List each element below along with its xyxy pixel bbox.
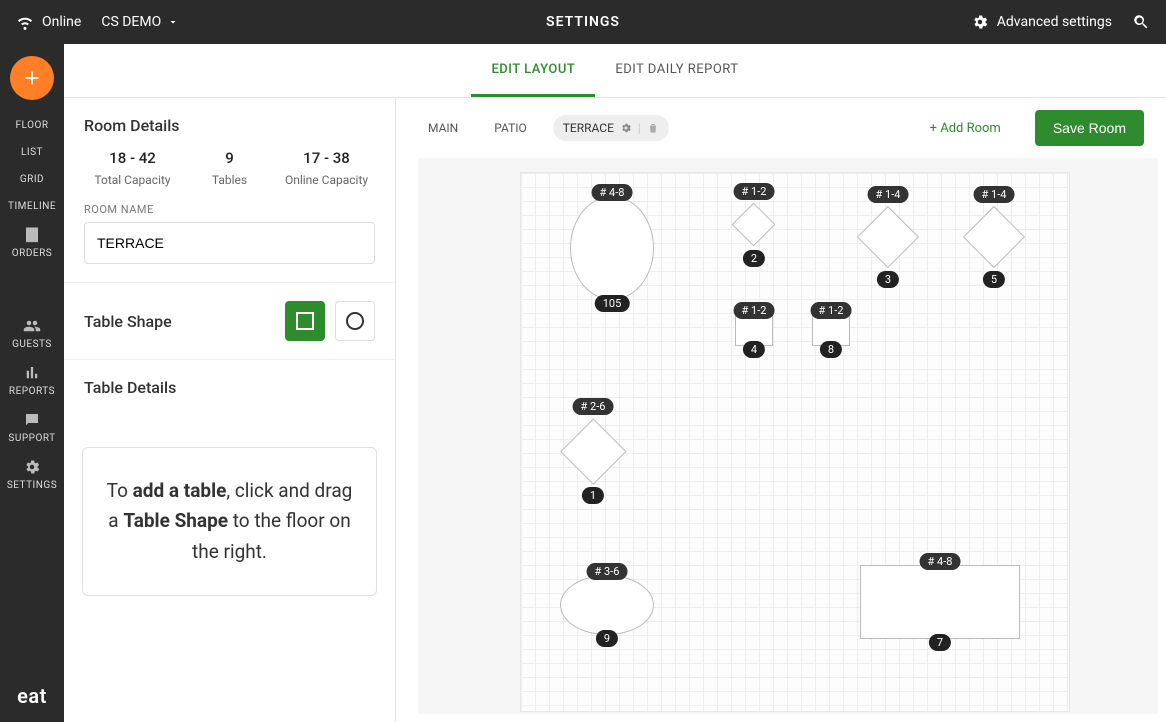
room-bar: MAIN PATIO TERRACE | + Add Room Save Roo… — [396, 98, 1166, 158]
table-number-label: 8 — [820, 341, 842, 358]
room-name-input[interactable] — [84, 222, 375, 264]
room-settings-icon[interactable] — [620, 122, 632, 134]
table-capacity-label: # 1-2 — [734, 183, 775, 200]
nav-floor[interactable]: FLOOR — [0, 114, 64, 137]
tabs: EDIT LAYOUT EDIT DAILY REPORT — [64, 44, 1166, 98]
add-button[interactable] — [10, 56, 54, 100]
online-status: Online — [16, 13, 81, 31]
org-switcher[interactable]: CS DEMO — [101, 14, 179, 30]
total-capacity-label: Total Capacity — [84, 173, 181, 187]
table-7[interactable]: # 4-87 — [860, 565, 1020, 639]
org-name: CS DEMO — [101, 14, 161, 30]
table-5[interactable]: # 1-45 — [963, 206, 1025, 268]
room-name-label: ROOM NAME — [84, 203, 375, 216]
table-details-heading: Table Details — [84, 378, 375, 397]
plus-icon — [21, 67, 43, 89]
table-capacity-label: # 1-2 — [811, 302, 852, 319]
main: EDIT LAYOUT EDIT DAILY REPORT Room Detai… — [64, 44, 1166, 722]
nav-guests[interactable]: GUESTS — [0, 313, 64, 356]
hint-box: To add a table, click and drag a Table S… — [82, 447, 377, 596]
table-details-section: Table Details — [64, 360, 395, 429]
table-capacity-label: # 1-4 — [868, 186, 909, 203]
side-panel: Room Details 18 - 42 Total Capacity 9 Ta… — [64, 98, 396, 722]
tables-value: 9 — [181, 149, 278, 167]
table-number-label: 9 — [596, 630, 618, 647]
table-shape-section: Table Shape — [64, 283, 395, 360]
table-capacity-label: # 1-2 — [734, 302, 775, 319]
square-icon — [296, 312, 314, 330]
floor-canvas[interactable]: # 4-8105# 1-22# 1-43# 1-45# 1-24# 1-28# … — [418, 158, 1158, 714]
table-number-label: 1 — [582, 487, 604, 504]
nav-reports[interactable]: REPORTS — [0, 360, 64, 403]
table-9[interactable]: # 3-69 — [560, 575, 654, 635]
table-1[interactable]: # 2-61 — [560, 418, 626, 484]
chat-icon — [23, 411, 41, 429]
tab-edit-daily-report[interactable]: EDIT DAILY REPORT — [595, 44, 758, 97]
people-icon — [23, 317, 41, 335]
room-tab-terrace[interactable]: TERRACE | — [553, 115, 669, 141]
table-4[interactable]: # 1-24 — [735, 314, 773, 346]
table-3[interactable]: # 1-43 — [857, 206, 919, 268]
topbar: Online CS DEMO SETTINGS Advanced setting… — [0, 0, 1166, 44]
receipt-icon — [23, 226, 41, 244]
online-capacity-label: Online Capacity — [278, 173, 375, 187]
brand-logo: eat — [17, 684, 47, 708]
table-105[interactable]: # 4-8105 — [570, 196, 654, 300]
room-stats: 18 - 42 Total Capacity 9 Tables 17 - 38 … — [84, 149, 375, 187]
room-details-heading: Room Details — [84, 116, 375, 135]
wifi-icon — [16, 13, 34, 31]
shape-square-button[interactable] — [285, 301, 325, 341]
table-capacity-label: # 1-4 — [974, 186, 1015, 203]
table-capacity-label: # 4-8 — [592, 184, 633, 201]
nav-timeline[interactable]: TIMELINE — [0, 195, 64, 218]
table-number-label: 105 — [595, 295, 630, 312]
table-number-label: 2 — [743, 250, 765, 267]
table-number-label: 3 — [877, 271, 899, 288]
gears-icon — [971, 13, 989, 31]
add-room-link[interactable]: + Add Room — [930, 121, 1001, 136]
bar-chart-icon — [23, 364, 41, 382]
room-tab-main[interactable]: MAIN — [418, 115, 468, 141]
advanced-settings-link[interactable]: Advanced settings — [971, 13, 1112, 31]
save-room-button[interactable]: Save Room — [1035, 110, 1144, 146]
online-capacity-value: 17 - 38 — [278, 149, 375, 167]
table-capacity-label: # 2-6 — [573, 398, 614, 415]
table-number-label: 7 — [929, 634, 951, 651]
table-shape-heading: Table Shape — [84, 312, 172, 331]
left-nav: FLOOR LIST GRID TIMELINE ORDERS GUESTS R… — [0, 44, 64, 722]
nav-settings[interactable]: SETTINGS — [0, 454, 64, 497]
chevron-down-icon — [167, 16, 179, 28]
circle-icon — [346, 312, 364, 330]
room-tab-patio[interactable]: PATIO — [484, 115, 537, 141]
tables-label: Tables — [181, 173, 278, 187]
gear-icon — [23, 458, 41, 476]
room-details-section: Room Details 18 - 42 Total Capacity 9 Ta… — [64, 98, 395, 283]
table-capacity-label: # 4-8 — [920, 553, 961, 570]
table-number-label: 4 — [743, 341, 765, 358]
canvas-area: MAIN PATIO TERRACE | + Add Room Save Roo… — [396, 98, 1166, 722]
shape-circle-button[interactable] — [335, 301, 375, 341]
room-delete-icon[interactable] — [647, 122, 659, 134]
search-icon[interactable] — [1132, 13, 1150, 31]
page-title: SETTINGS — [546, 14, 620, 30]
table-number-label: 5 — [983, 271, 1005, 288]
table-2[interactable]: # 1-22 — [732, 203, 776, 247]
table-capacity-label: # 3-6 — [587, 563, 628, 580]
nav-support[interactable]: SUPPORT — [0, 407, 64, 450]
table-8[interactable]: # 1-28 — [812, 314, 850, 346]
nav-grid[interactable]: GRID — [0, 168, 64, 191]
nav-orders[interactable]: ORDERS — [0, 222, 64, 265]
online-label: Online — [42, 14, 81, 30]
nav-list[interactable]: LIST — [0, 141, 64, 164]
advanced-settings-label: Advanced settings — [997, 14, 1112, 30]
tab-edit-layout[interactable]: EDIT LAYOUT — [471, 44, 595, 97]
workspace: Room Details 18 - 42 Total Capacity 9 Ta… — [64, 98, 1166, 722]
total-capacity-value: 18 - 42 — [84, 149, 181, 167]
